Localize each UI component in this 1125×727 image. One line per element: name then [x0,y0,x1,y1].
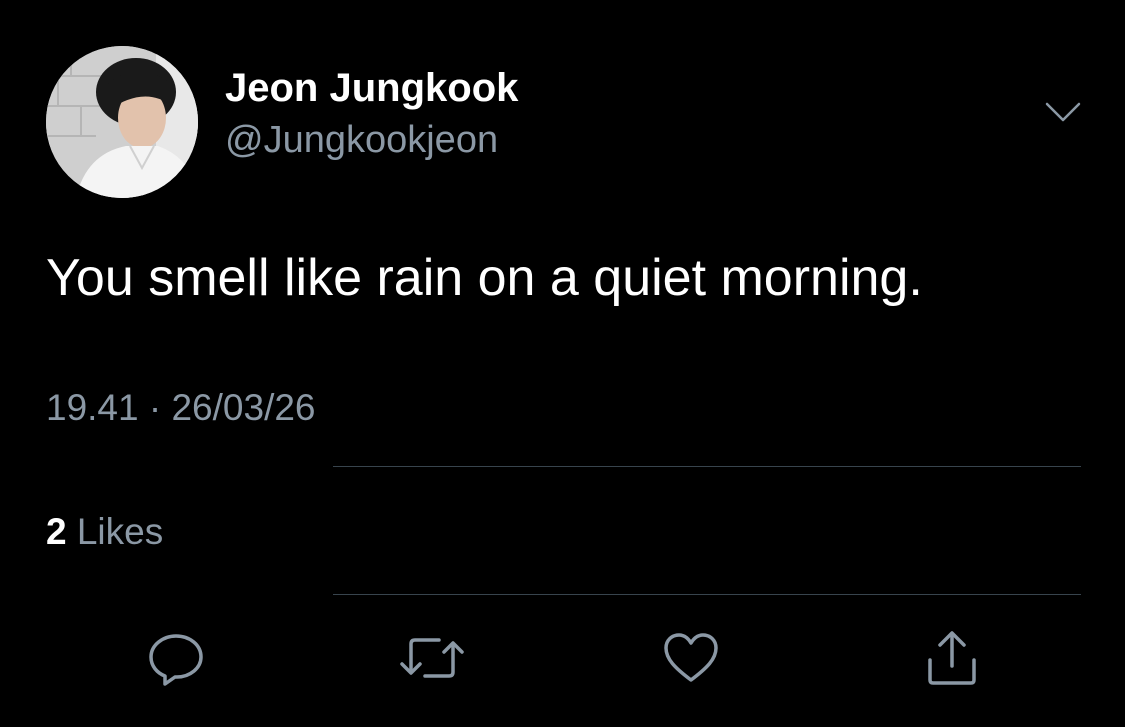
tweet-timestamp: 19.41 · 26/03/26 [46,385,316,431]
tweet-date: 26/03/26 [171,387,316,428]
chevron-down-icon[interactable] [1043,96,1083,128]
divider [333,466,1081,467]
timestamp-separator: · [148,387,162,428]
heart-icon[interactable] [661,628,721,688]
retweet-icon[interactable] [397,628,464,688]
likes-stat[interactable]: 2 Likes [46,509,163,555]
reply-icon[interactable] [146,628,206,688]
display-name[interactable]: Jeon Jungkook [225,64,518,112]
divider [333,594,1081,595]
share-icon[interactable] [922,628,982,688]
likes-count: 2 [46,511,67,552]
user-handle[interactable]: @Jungkookjeon [225,117,498,163]
avatar[interactable] [46,46,198,198]
tweet-card: Jeon Jungkook @Jungkookjeon You smell li… [0,0,1125,727]
likes-label: Likes [76,511,164,552]
tweet-text: You smell like rain on a quiet morning. [46,249,923,307]
tweet-time: 19.41 [46,387,139,428]
